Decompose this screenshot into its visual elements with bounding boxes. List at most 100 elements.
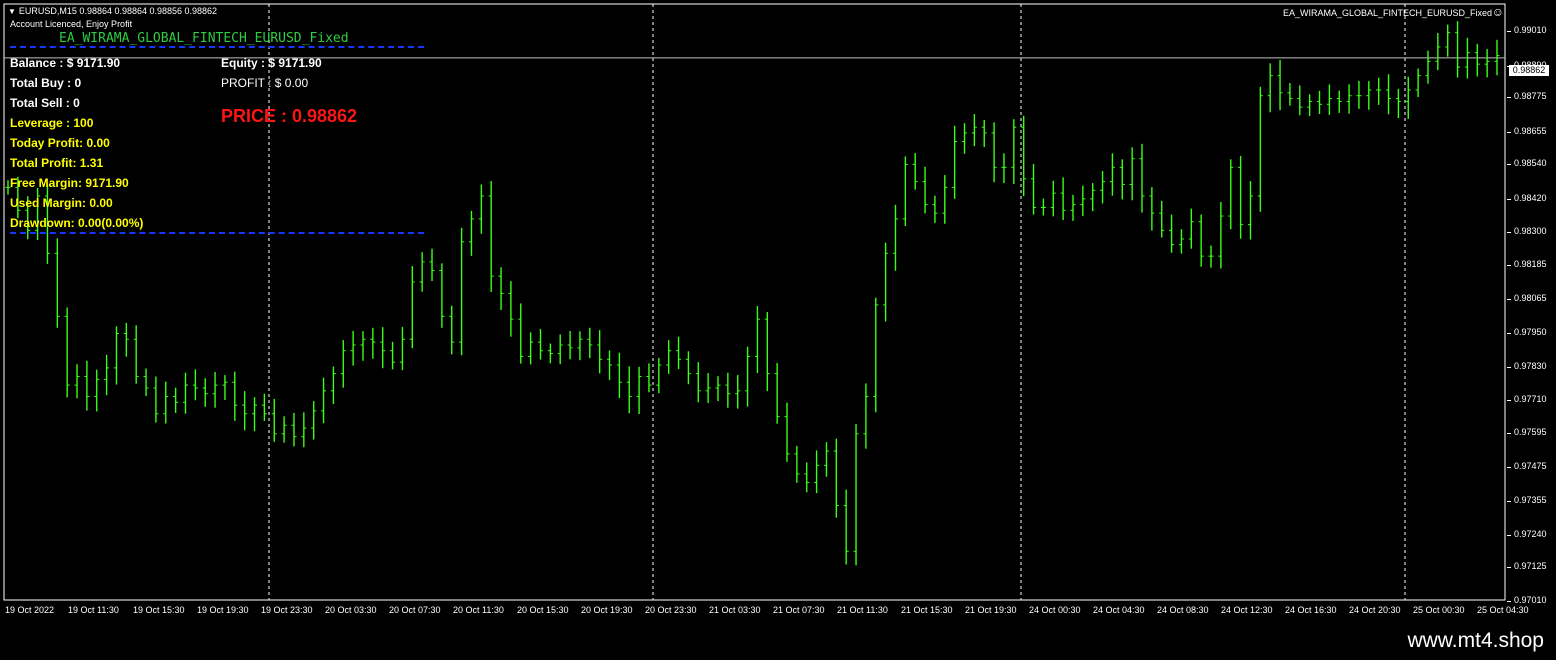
price-bar bbox=[607, 350, 613, 380]
price-bar bbox=[823, 442, 829, 477]
time-tick-label: 20 Oct 03:30 bbox=[325, 605, 377, 615]
price-bar bbox=[54, 238, 60, 328]
price-bar bbox=[1356, 80, 1362, 109]
price-bar bbox=[1346, 84, 1352, 114]
price-bar bbox=[1178, 229, 1184, 254]
price-bar bbox=[1129, 147, 1135, 201]
price-tick-label: 0.97475 bbox=[1507, 461, 1547, 471]
price-chart[interactable] bbox=[0, 0, 1556, 602]
price-bar bbox=[1208, 245, 1214, 268]
chart-area[interactable] bbox=[0, 0, 1556, 660]
symbol-quote: EURUSD,M15 0.98864 0.98864 0.98856 0.988… bbox=[18, 6, 218, 16]
price-bar bbox=[1336, 90, 1342, 113]
price-bar bbox=[330, 366, 336, 405]
price-bar bbox=[232, 371, 238, 421]
time-tick-label: 24 Oct 08:30 bbox=[1157, 605, 1209, 615]
price-bar bbox=[1100, 171, 1106, 204]
price-tick-label: 0.97595 bbox=[1507, 427, 1547, 437]
expert-advisor-name: EA_WIRAMA_GLOBAL_FINTECH_EURUSD_Fixed bbox=[1282, 8, 1492, 18]
price-bar bbox=[676, 336, 682, 370]
time-tick-label: 24 Oct 04:30 bbox=[1093, 605, 1145, 615]
price-tick-label: 0.98655 bbox=[1507, 126, 1547, 136]
price-tick-label: 0.98420 bbox=[1507, 193, 1547, 203]
price-bar bbox=[1031, 163, 1037, 215]
price-bar bbox=[1109, 153, 1115, 196]
price-axis[interactable]: 0.990100.988900.987750.986550.985400.984… bbox=[1507, 0, 1556, 605]
collapse-triangle-icon[interactable]: ▼ bbox=[8, 7, 16, 16]
price-bar bbox=[1218, 201, 1224, 269]
price-bar bbox=[429, 248, 435, 282]
price-bar bbox=[764, 312, 770, 392]
price-tick-label: 0.97010 bbox=[1507, 595, 1547, 605]
time-tick-label: 21 Oct 03:30 bbox=[709, 605, 761, 615]
footer-bar bbox=[0, 624, 1556, 660]
smiley-icon[interactable]: ☺ bbox=[1492, 5, 1504, 19]
price-bar bbox=[685, 351, 691, 385]
price-bar bbox=[64, 307, 70, 398]
price-bar bbox=[705, 373, 711, 404]
price-bar bbox=[350, 330, 356, 366]
price-bar bbox=[537, 328, 543, 360]
price-bar bbox=[419, 252, 425, 292]
price-bar bbox=[1001, 153, 1007, 184]
time-tick-label: 24 Oct 20:30 bbox=[1349, 605, 1401, 615]
price-bar bbox=[1119, 159, 1125, 200]
price-bar bbox=[94, 369, 100, 412]
price-bar bbox=[281, 416, 287, 443]
price-bar bbox=[173, 387, 179, 413]
price-bar bbox=[192, 369, 198, 401]
price-bar bbox=[508, 281, 514, 337]
price-bar bbox=[577, 331, 583, 361]
price-bar bbox=[468, 210, 474, 256]
price-bar bbox=[922, 166, 928, 214]
price-bar bbox=[528, 332, 534, 365]
time-tick-label: 21 Oct 07:30 bbox=[773, 605, 825, 615]
price-bar bbox=[735, 375, 741, 409]
price-bar bbox=[833, 438, 839, 518]
price-bar bbox=[725, 372, 731, 408]
price-bar bbox=[518, 303, 524, 364]
price-bar bbox=[1474, 43, 1480, 77]
price-bar bbox=[794, 445, 800, 483]
price-bar bbox=[1247, 181, 1253, 240]
price-bar bbox=[1395, 88, 1401, 119]
price-bar bbox=[74, 364, 80, 399]
price-bar bbox=[1405, 76, 1411, 119]
price-bar bbox=[646, 363, 652, 393]
price-bar bbox=[883, 242, 889, 322]
time-tick-label: 24 Oct 16:30 bbox=[1285, 605, 1337, 615]
price-bar bbox=[409, 266, 415, 349]
balance-value: Balance : $ 9171.90 bbox=[10, 56, 121, 70]
price-bar bbox=[321, 377, 327, 424]
price-bar bbox=[271, 398, 277, 442]
time-tick-label: 19 Oct 19:30 bbox=[197, 605, 249, 615]
price-bar bbox=[1415, 68, 1421, 98]
price-bar bbox=[498, 267, 504, 311]
price-bar bbox=[360, 331, 366, 361]
price-bar bbox=[163, 381, 169, 424]
price-bar bbox=[449, 305, 455, 355]
price-bar bbox=[1188, 208, 1194, 249]
price-bar bbox=[902, 156, 908, 227]
time-tick-label: 24 Oct 12:30 bbox=[1221, 605, 1273, 615]
total-profit-value: Total Profit: 1.31 bbox=[10, 156, 104, 170]
price-bar bbox=[626, 366, 632, 414]
price-bar bbox=[1277, 59, 1283, 111]
price-tick-label: 0.97240 bbox=[1507, 529, 1547, 539]
time-tick-label: 20 Oct 23:30 bbox=[645, 605, 697, 615]
price-bar bbox=[656, 357, 662, 394]
price-bar bbox=[1060, 177, 1066, 221]
free-margin-value: Free Margin: 9171.90 bbox=[10, 176, 129, 190]
price-tick-label: 0.97355 bbox=[1507, 495, 1547, 505]
price-tick-label: 0.97125 bbox=[1507, 561, 1547, 571]
time-tick-label: 20 Oct 15:30 bbox=[517, 605, 569, 615]
price-bar bbox=[1455, 21, 1461, 78]
price-bar bbox=[1484, 48, 1490, 78]
price-bar bbox=[695, 362, 701, 403]
price-bar bbox=[1198, 214, 1204, 267]
price-bar bbox=[843, 489, 849, 565]
price-bar bbox=[252, 397, 258, 432]
panel-bottom-divider bbox=[10, 232, 424, 234]
price-tick-label: 0.97830 bbox=[1507, 361, 1547, 371]
price-bar bbox=[971, 114, 977, 147]
